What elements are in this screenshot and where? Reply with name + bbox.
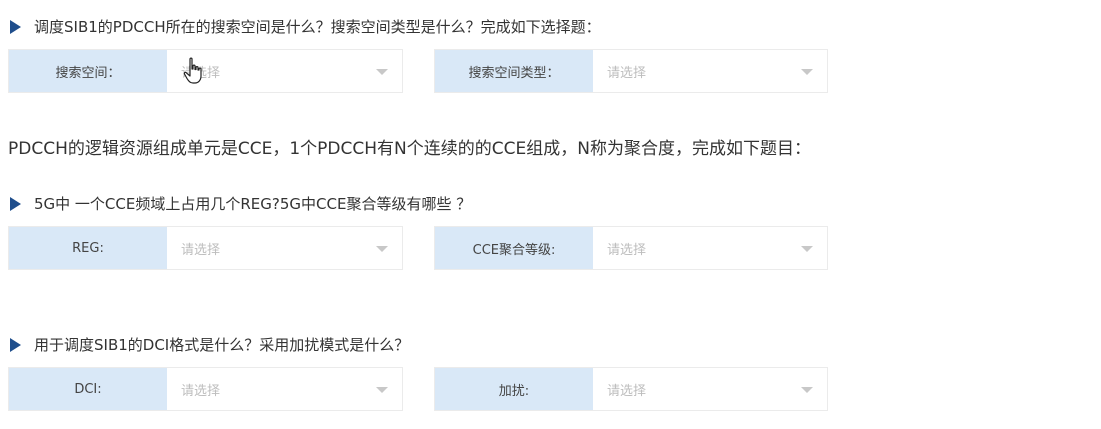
- triangle-right-icon: [10, 337, 21, 352]
- triangle-right-icon: [10, 19, 21, 34]
- reg-label: REG:: [9, 227, 167, 269]
- cce-aggregation-label: CCE聚合等级:: [435, 227, 593, 269]
- scrambling-select[interactable]: 请选择: [593, 368, 827, 410]
- search-space-type-select[interactable]: 请选择: [593, 50, 827, 92]
- select-placeholder: 请选择: [181, 383, 221, 399]
- select-placeholder: 请选择: [607, 65, 647, 81]
- hand-cursor-icon: [183, 57, 202, 84]
- question-3-text: 用于调度SIB1的DCI格式是什么？采用加扰模式是什么？: [34, 336, 410, 354]
- dci-label: DCI:: [9, 368, 167, 410]
- question-2-heading: 5G中 一个CCE频域上占用几个REG?5G中CCE聚合等级有哪些 ？: [10, 193, 471, 214]
- chevron-down-icon: [376, 69, 388, 75]
- dci-select[interactable]: 请选择: [167, 368, 402, 410]
- dci-field: DCI: 请选择: [8, 367, 403, 411]
- chevron-down-icon: [801, 387, 813, 393]
- scrambling-field: 加扰: 请选择: [434, 367, 828, 411]
- search-space-type-field: 搜索空间类型： 请选择: [434, 49, 828, 93]
- scrambling-label: 加扰:: [435, 368, 593, 410]
- info-text: PDCCH的逻辑资源组成单元是CCE，1个PDCCH有N个连续的的CCE组成，N…: [8, 139, 811, 159]
- search-space-type-label: 搜索空间类型：: [435, 50, 593, 92]
- reg-select[interactable]: 请选择: [167, 227, 402, 269]
- chevron-down-icon: [801, 69, 813, 75]
- chevron-down-icon: [376, 387, 388, 393]
- cce-aggregation-field: CCE聚合等级: 请选择: [434, 226, 828, 270]
- question-1-text: 调度SIB1的PDCCH所在的搜索空间是什么？搜索空间类型是什么？完成如下选择题…: [34, 18, 601, 36]
- select-placeholder: 请选择: [607, 242, 647, 258]
- chevron-down-icon: [376, 246, 388, 252]
- triangle-right-icon: [10, 196, 21, 211]
- reg-field: REG: 请选择: [8, 226, 403, 270]
- select-placeholder: 请选择: [181, 242, 221, 258]
- question-3-heading: 用于调度SIB1的DCI格式是什么？采用加扰模式是什么？: [10, 334, 409, 355]
- select-placeholder: 请选择: [607, 383, 647, 399]
- search-space-field: 搜索空间： 请选择: [8, 49, 403, 93]
- quiz-page: 调度SIB1的PDCCH所在的搜索空间是什么？搜索空间类型是什么？完成如下选择题…: [0, 0, 1101, 429]
- chevron-down-icon: [801, 246, 813, 252]
- question-1-heading: 调度SIB1的PDCCH所在的搜索空间是什么？搜索空间类型是什么？完成如下选择题…: [10, 16, 601, 37]
- cce-aggregation-select[interactable]: 请选择: [593, 227, 827, 269]
- search-space-label: 搜索空间：: [9, 50, 167, 92]
- question-2-text: 5G中 一个CCE频域上占用几个REG?5G中CCE聚合等级有哪些 ？: [34, 195, 472, 213]
